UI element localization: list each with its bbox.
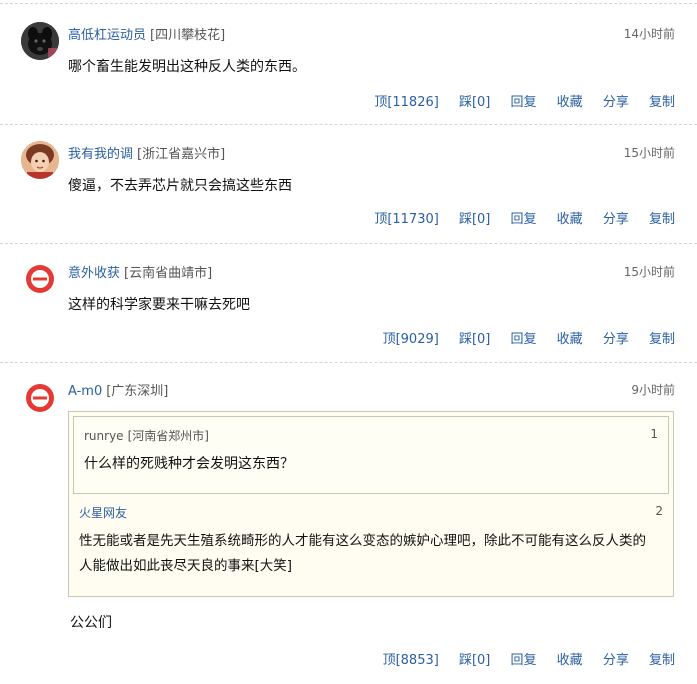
downvote-button[interactable]: 踩[0] (459, 91, 490, 110)
comment-text: 傻逼，不去弄芯片就只会搞这些东西 (68, 178, 292, 194)
quote-text-line: 性无能或者是先天生殖系统畸形的人才能有这么变态的嫉妒心理吧，除此不可能有这么反人… (79, 533, 646, 549)
reply-button[interactable]: 回复 (511, 328, 537, 347)
upvote-button[interactable]: 顶[8853] (383, 649, 439, 668)
comment-text: 这样的科学家要来干嘛去死吧 (68, 297, 250, 313)
downvote-button[interactable]: 踩[0] (459, 649, 490, 668)
copy-button[interactable]: 复制 (649, 649, 675, 668)
username-text[interactable]: A-m0 (68, 384, 102, 399)
user-location: [四川攀枝花] (150, 28, 226, 43)
share-button[interactable]: 分享 (603, 649, 629, 668)
comment-username[interactable]: 意外收获 [云南省曲靖市] (68, 262, 212, 281)
comment-actions: 顶[11826] 踩[0] 回复 收藏 分享 复制 (358, 91, 675, 110)
username-text[interactable]: 我有我的调 (68, 147, 133, 162)
reply-button[interactable]: 回复 (511, 649, 537, 668)
comment-item: 我有我的调 [浙江省嘉兴市] 15小时前 傻逼，不去弄芯片就只会搞这些东西 顶[1… (0, 125, 697, 244)
favorite-button[interactable]: 收藏 (557, 91, 583, 110)
comment-actions: 顶[11730] 踩[0] 回复 收藏 分享 复制 (358, 208, 675, 227)
username-text[interactable]: 高低杠运动员 (68, 28, 146, 43)
top-separator (0, 3, 697, 4)
avatar[interactable] (21, 260, 59, 298)
downvote-button[interactable]: 踩[0] (459, 208, 490, 227)
user-location: [浙江省嘉兴市] (137, 147, 226, 162)
upvote-button[interactable]: 顶[11826] (374, 91, 439, 110)
app-logo-avatar-icon (26, 384, 54, 412)
quote-floor-number: 2 (655, 504, 663, 518)
copy-button[interactable]: 复制 (649, 208, 675, 227)
avatar[interactable] (21, 379, 59, 417)
comment-username[interactable]: 高低杠运动员 [四川攀枝花] (68, 24, 225, 43)
nested-quote: runrye [河南省郑州市] 1 什么样的死贱种才会发明这东西？ (73, 416, 669, 494)
user-location: [云南省曲靖市] (124, 266, 213, 281)
copy-button[interactable]: 复制 (649, 328, 675, 347)
quote-user-name[interactable]: runrye (84, 429, 124, 443)
upvote-button[interactable]: 顶[9029] (383, 328, 439, 347)
reply-button[interactable]: 回复 (511, 208, 537, 227)
avatar[interactable] (21, 22, 59, 60)
comment-username[interactable]: A-m0 [广东深圳] (68, 380, 168, 399)
quote-username[interactable]: 火星网友 (79, 504, 127, 521)
comment-text: 哪个畜生能发明出这种反人类的东西。 (68, 59, 306, 75)
quote-user-location: [河南省郑州市] (127, 429, 209, 443)
user-location: [广东深圳] (106, 384, 169, 399)
comment-item: 意外收获 [云南省曲靖市] 15小时前 这样的科学家要来干嘛去死吧 顶[9029]… (0, 244, 697, 363)
quote-text: 什么样的死贱种才会发明这东西？ (84, 456, 294, 472)
share-button[interactable]: 分享 (603, 91, 629, 110)
comment-username[interactable]: 我有我的调 [浙江省嘉兴市] (68, 143, 225, 162)
quote-text-line: 人能做出如此丧尽天良的事来[大笑] (79, 558, 293, 574)
favorite-button[interactable]: 收藏 (557, 328, 583, 347)
reply-button[interactable]: 回复 (511, 91, 537, 110)
favorite-button[interactable]: 收藏 (557, 649, 583, 668)
black-dog-avatar-icon (21, 22, 59, 60)
comment-time: 15小时前 (623, 146, 675, 160)
downvote-button[interactable]: 踩[0] (459, 328, 490, 347)
comment-actions: 顶[8853] 踩[0] 回复 收藏 分享 复制 (367, 649, 675, 668)
app-logo-avatar-icon (26, 265, 54, 293)
comment-text: 公公们 (70, 615, 112, 631)
comment-time: 15小时前 (623, 265, 675, 279)
quote-user-name[interactable]: 火星网友 (79, 506, 127, 520)
quote-block: runrye [河南省郑州市] 1 什么样的死贱种才会发明这东西？ 火星网友 2 … (68, 411, 674, 597)
cartoon-girl-avatar-icon (21, 141, 59, 179)
upvote-button[interactable]: 顶[11730] (374, 208, 439, 227)
share-button[interactable]: 分享 (603, 208, 629, 227)
favorite-button[interactable]: 收藏 (557, 208, 583, 227)
share-button[interactable]: 分享 (603, 328, 629, 347)
username-text[interactable]: 意外收获 (68, 266, 120, 281)
comment-time: 9小时前 (631, 383, 675, 397)
comment-item: 高低杠运动员 [四川攀枝花] 14小时前 哪个畜生能发明出这种反人类的东西。 顶[… (0, 5, 697, 125)
quote-username[interactable]: runrye [河南省郑州市] (84, 427, 209, 444)
comment-time: 14小时前 (623, 27, 675, 41)
comment-actions: 顶[9029] 踩[0] 回复 收藏 分享 复制 (367, 328, 675, 347)
copy-button[interactable]: 复制 (649, 91, 675, 110)
avatar[interactable] (21, 141, 59, 179)
quote-floor-number: 1 (650, 427, 658, 441)
